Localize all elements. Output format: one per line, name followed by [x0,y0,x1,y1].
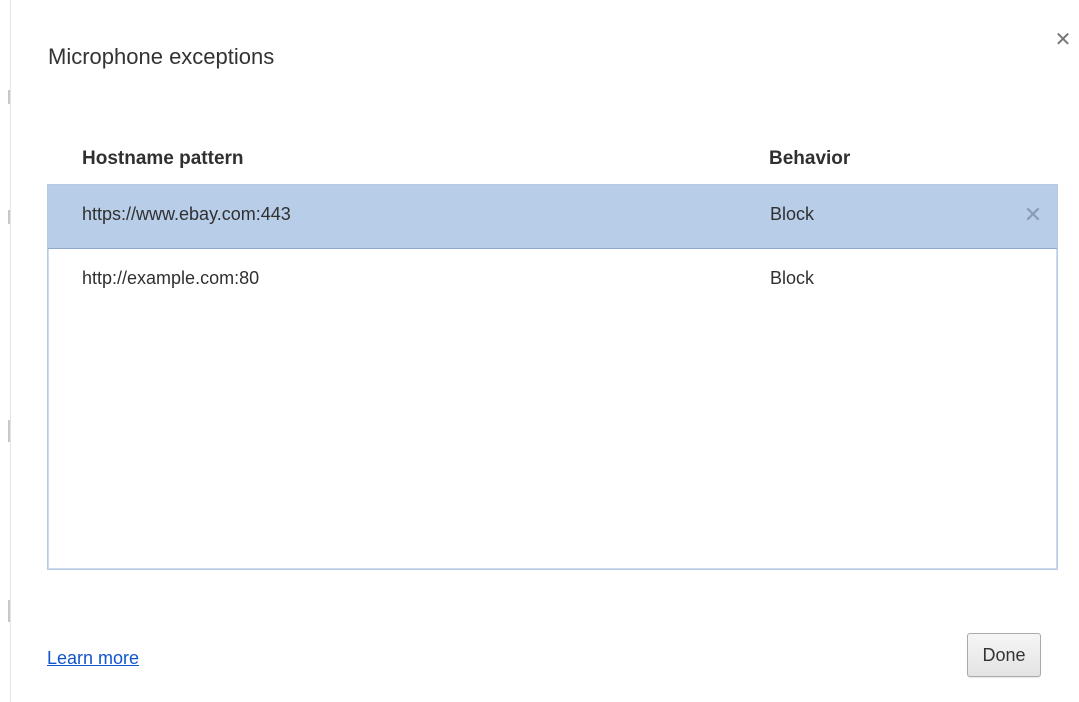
exception-behavior[interactable]: Block [770,268,814,289]
dialog-title: Microphone exceptions [48,44,275,69]
column-header-hostname: Hostname pattern [82,148,244,169]
page: Microphone exceptions ✕ Hostname pattern… [0,0,1079,702]
exception-row[interactable]: http://example.com:80 Block [48,249,1057,313]
edge-mark [8,420,10,442]
microphone-exceptions-dialog: Microphone exceptions ✕ Hostname pattern… [11,0,1079,702]
edge-mark [8,210,10,224]
exception-hostname: http://example.com:80 [82,268,260,288]
background-page-edge [0,0,11,702]
done-button[interactable]: Done [967,633,1041,677]
edge-mark [8,90,10,104]
exception-behavior[interactable]: Block [770,204,814,225]
exception-row[interactable]: https://www.ebay.com:443 Block ✕ [48,185,1057,249]
remove-icon[interactable]: ✕ [1021,203,1045,227]
close-icon[interactable]: ✕ [1051,28,1075,52]
learn-more-link[interactable]: Learn more [47,648,139,669]
exceptions-list[interactable]: https://www.ebay.com:443 Block ✕ http://… [47,184,1058,570]
edge-mark [8,600,10,622]
column-header-behavior: Behavior [769,148,851,169]
exception-hostname: https://www.ebay.com:443 [82,204,291,224]
